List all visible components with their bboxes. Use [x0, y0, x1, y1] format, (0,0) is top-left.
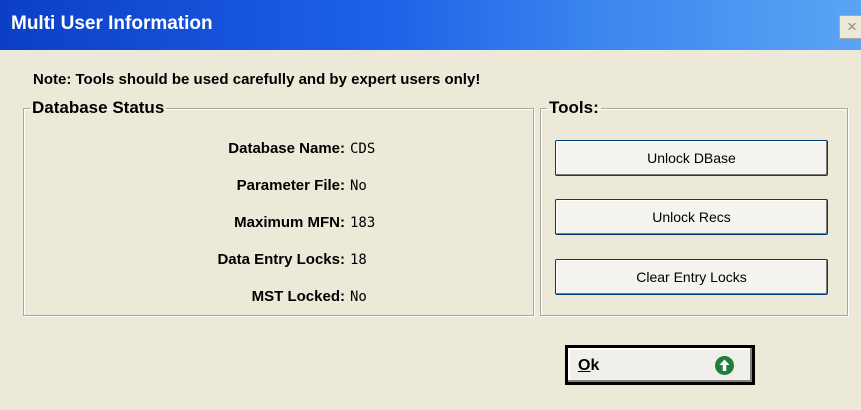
data-entry-locks-label: Data Entry Locks:: [217, 251, 345, 268]
multi-user-information-dialog: Multi User Information × Note: Tools sho…: [0, 0, 861, 410]
mst-locked-label: MST Locked:: [251, 288, 345, 305]
database-name-label: Database Name:: [228, 140, 345, 157]
tools-legend: Tools:: [549, 98, 599, 117]
title-bar[interactable]: Multi User Information ×: [0, 0, 861, 50]
ok-label-rest: k: [590, 357, 600, 374]
close-button[interactable]: ×: [839, 15, 861, 39]
database-name-value: CDS: [350, 141, 376, 157]
unlock-dbase-button[interactable]: Unlock DBase: [555, 140, 828, 176]
data-entry-locks-value: 18: [350, 252, 367, 268]
parameter-file-value: No: [350, 178, 367, 194]
parameter-file-label: Parameter File:: [236, 177, 345, 194]
mst-locked-value: No: [350, 289, 367, 305]
clear-entry-locks-button[interactable]: Clear Entry Locks: [555, 259, 828, 295]
unlock-recs-button[interactable]: Unlock Recs: [555, 199, 828, 235]
maximum-mfn-label: Maximum MFN:: [234, 214, 345, 231]
maximum-mfn-value: 183: [350, 215, 376, 231]
database-status-group: Database Status: [23, 98, 534, 316]
close-icon: ×: [847, 17, 857, 36]
ok-label: Ok: [578, 357, 599, 375]
ok-button[interactable]: Ok: [565, 345, 755, 385]
database-status-legend: Database Status: [32, 98, 165, 117]
window-title: Multi User Information: [11, 13, 213, 34]
ok-accelerator: O: [578, 357, 591, 374]
warning-note: Note: Tools should be used carefully and…: [33, 71, 481, 88]
green-up-arrow-icon: [715, 356, 734, 375]
